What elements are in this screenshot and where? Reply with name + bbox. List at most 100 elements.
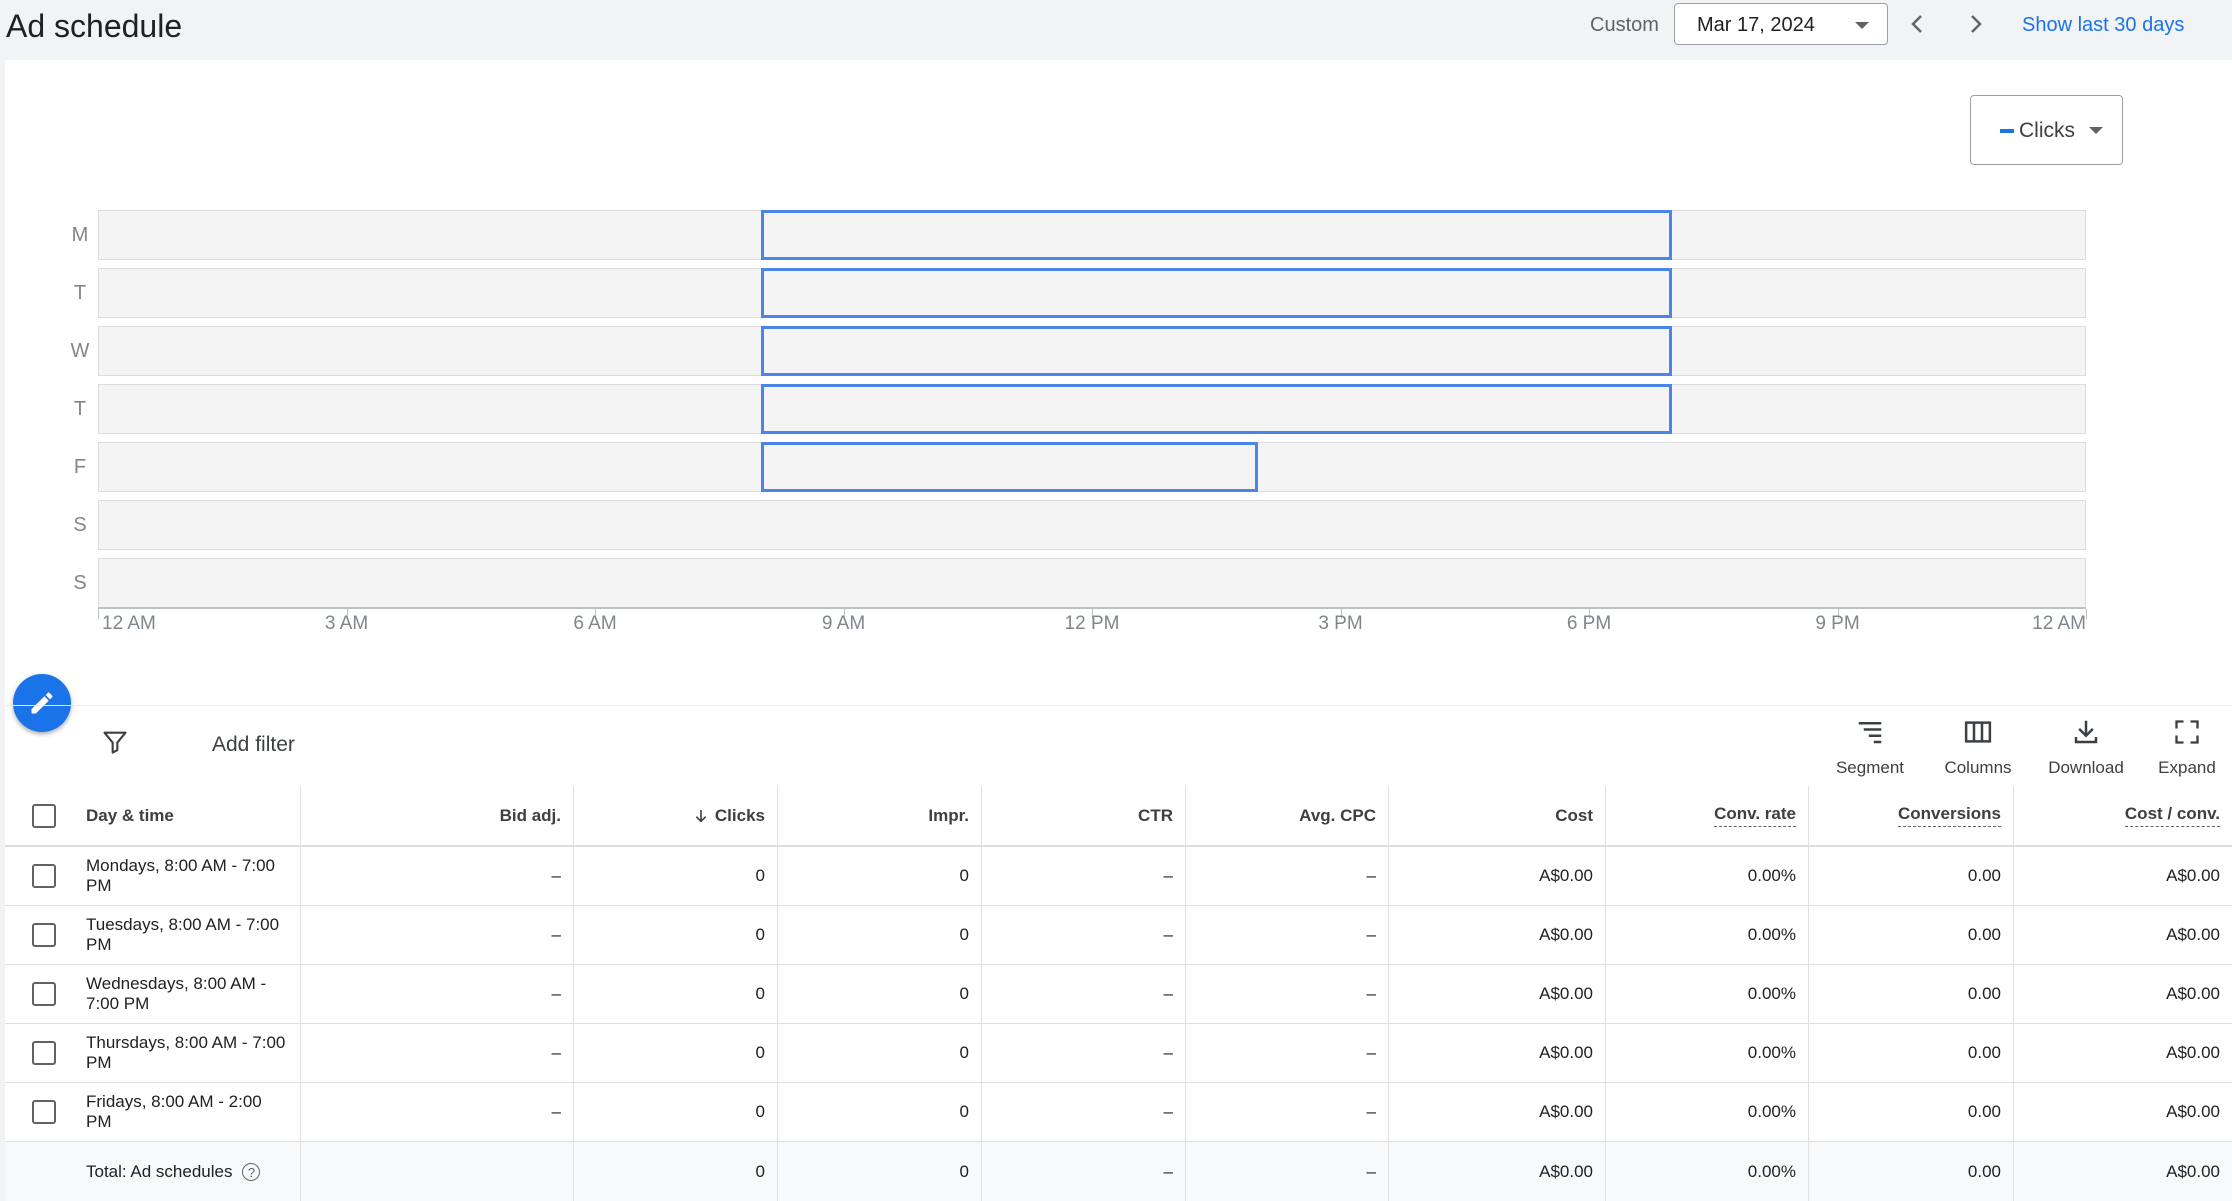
avg-cpc-cell: – bbox=[1186, 1083, 1389, 1141]
column-header-cost[interactable]: Cost bbox=[1389, 786, 1606, 845]
column-header-cost-per-conv-label: Cost / conv. bbox=[2124, 804, 2220, 827]
add-filter-button[interactable]: Add filter bbox=[212, 732, 295, 758]
row-checkbox[interactable] bbox=[32, 1041, 56, 1065]
ctr-cell: – bbox=[982, 847, 1186, 905]
metric-label: Clicks bbox=[2019, 119, 2075, 142]
bid-adj-cell: – bbox=[301, 906, 574, 964]
avg-cpc-cell: – bbox=[1186, 965, 1389, 1023]
expand-icon bbox=[2175, 720, 2199, 744]
cost-per-conv-cell: A$0.00 bbox=[2166, 1043, 2220, 1062]
conversions-cell: 0.00 bbox=[1809, 1024, 2014, 1082]
day-time-text: Fridays, 8:00 AM - 2:00 PM bbox=[86, 1092, 262, 1131]
x-tick-label: 12 AM bbox=[102, 613, 156, 634]
columns-button[interactable]: Columns bbox=[1933, 715, 2023, 779]
column-header-day-time[interactable]: Day & time bbox=[86, 806, 286, 826]
row-checkbox[interactable] bbox=[32, 864, 56, 888]
previous-period-button[interactable] bbox=[1900, 6, 1936, 42]
edit-schedule-button[interactable] bbox=[13, 674, 71, 732]
x-tick-label: 3 PM bbox=[1318, 613, 1363, 634]
row-checkbox[interactable] bbox=[32, 1100, 56, 1124]
schedule-block[interactable] bbox=[760, 210, 1672, 260]
day-label: S bbox=[73, 572, 87, 594]
cost-per-conv-cell: A$0.00 bbox=[2166, 1161, 2220, 1181]
impr-cell: 0 bbox=[778, 906, 982, 964]
day-label: M bbox=[71, 224, 89, 246]
impr-cell: 0 bbox=[778, 1024, 982, 1082]
ctr-cell: – bbox=[982, 1083, 1186, 1141]
conversions-cell: 0.00 bbox=[1809, 1083, 2014, 1141]
column-header-cost-per-conv[interactable]: Cost / conv. bbox=[2014, 786, 2232, 845]
ad-schedule-card: Clicks M T W T F S S 12 AM 3 AM 6 AM 9 AM 12 PM 3 PM… bbox=[5, 60, 2232, 1201]
ctr-cell: – bbox=[982, 1142, 1186, 1201]
column-header-conversions[interactable]: Conversions bbox=[1809, 786, 2014, 845]
cost-per-conv-cell: A$0.00 bbox=[2166, 925, 2220, 944]
column-header-ctr[interactable]: CTR bbox=[982, 786, 1186, 845]
row-checkbox[interactable] bbox=[32, 982, 56, 1006]
conv-rate-cell: 0.00% bbox=[1606, 847, 1809, 905]
x-tick-label: 3 AM bbox=[324, 613, 369, 634]
ad-schedule-table: Day & time Bid adj. Clicks Impr. CTR Avg… bbox=[5, 786, 2232, 1201]
download-button[interactable]: Download bbox=[2041, 715, 2131, 779]
x-axis-tick bbox=[98, 609, 99, 619]
next-period-button[interactable] bbox=[1957, 6, 1993, 42]
column-header-bid-adj[interactable]: Bid adj. bbox=[301, 786, 574, 845]
table-row[interactable]: Thursdays, 8:00 AM - 7:00 PM –0 0– – A$0.00 0… bbox=[5, 1024, 2232, 1083]
select-all-checkbox[interactable] bbox=[32, 803, 56, 828]
table-row[interactable]: Wednesdays, 8:00 AM - 7:00 PM –0 0– – A$0.00… bbox=[5, 965, 2232, 1024]
row-checkbox[interactable] bbox=[32, 923, 56, 947]
columns-icon bbox=[1964, 721, 1992, 743]
column-header-clicks[interactable]: Clicks bbox=[574, 786, 778, 845]
cost-cell: A$0.00 bbox=[1389, 1024, 1606, 1082]
show-last-30-days-link[interactable]: Show last 30 days bbox=[2022, 13, 2184, 37]
date-range-label: Custom bbox=[1590, 14, 1659, 36]
page-header: Ad schedule Custom Mar 17, 2024 Show las… bbox=[0, 0, 2232, 60]
cost-cell: A$0.00 bbox=[1389, 906, 1606, 964]
schedule-block[interactable] bbox=[760, 442, 1258, 492]
column-header-impr[interactable]: Impr. bbox=[778, 786, 982, 845]
total-label: Total: Ad schedules? bbox=[86, 1162, 286, 1182]
x-tick-label: 12 AM bbox=[2032, 613, 2086, 634]
clicks-cell: 0 bbox=[574, 1083, 778, 1141]
download-label: Download bbox=[2048, 758, 2124, 777]
ctr-cell: – bbox=[982, 1024, 1186, 1082]
bid-adj-cell: – bbox=[301, 1024, 574, 1082]
column-header-conv-rate[interactable]: Conv. rate bbox=[1606, 786, 1809, 845]
page-title: Ad schedule bbox=[6, 8, 183, 44]
day-time-text: Thursdays, 8:00 AM - 7:00 PM bbox=[86, 1033, 286, 1072]
table-row[interactable]: Mondays, 8:00 AM - 7:00 PM –0 0– – A$0.00 0.0… bbox=[5, 847, 2232, 906]
filter-icon[interactable] bbox=[101, 728, 129, 761]
help-icon[interactable]: ? bbox=[242, 1163, 261, 1182]
metric-selector[interactable]: Clicks bbox=[1970, 95, 2123, 165]
day-time-cell: Fridays, 8:00 AM - 2:00 PM bbox=[86, 1092, 286, 1132]
x-tick-label: 9 AM bbox=[821, 613, 866, 634]
date-picker[interactable]: Mar 17, 2024 bbox=[1674, 3, 1888, 45]
day-time-cell: Tuesdays, 8:00 AM - 7:00 PM bbox=[86, 915, 286, 955]
schedule-block[interactable] bbox=[760, 384, 1672, 434]
schedule-block[interactable] bbox=[760, 268, 1672, 318]
conversions-cell: 0.00 bbox=[1809, 965, 2014, 1023]
segment-button[interactable]: Segment bbox=[1825, 715, 1915, 779]
bid-adj-cell: – bbox=[301, 965, 574, 1023]
column-header-conversions-label: Conversions bbox=[1898, 804, 2001, 827]
conversions-cell: 0.00 bbox=[1809, 1142, 2014, 1201]
table-row[interactable]: Fridays, 8:00 AM - 2:00 PM –0 0– – A$0.00 0.0… bbox=[5, 1083, 2232, 1142]
impr-cell: 0 bbox=[778, 847, 982, 905]
clicks-cell: 0 bbox=[574, 965, 778, 1023]
cost-cell: A$0.00 bbox=[1389, 965, 1606, 1023]
impr-cell: 0 bbox=[778, 1142, 982, 1201]
day-track bbox=[98, 500, 2086, 550]
day-time-cell: Wednesdays, 8:00 AM - 7:00 PM bbox=[86, 974, 286, 1014]
table-total-row: Total: Ad schedules? 0 0– – A$0.00 0.00% 0.00 A… bbox=[5, 1142, 2232, 1201]
conv-rate-cell: 0.00% bbox=[1606, 1142, 1809, 1201]
day-time-text: Wednesdays, 8:00 AM - 7:00 PM bbox=[86, 974, 267, 1013]
expand-button[interactable]: Expand bbox=[2147, 715, 2227, 779]
divider bbox=[5, 705, 2232, 706]
pencil-icon bbox=[31, 692, 53, 714]
segment-label: Segment bbox=[1835, 758, 1905, 777]
schedule-block[interactable] bbox=[760, 326, 1672, 376]
ctr-cell: – bbox=[982, 965, 1186, 1023]
column-header-avg-cpc[interactable]: Avg. CPC bbox=[1186, 786, 1389, 845]
x-axis-tick bbox=[2086, 609, 2087, 619]
table-row[interactable]: Tuesdays, 8:00 AM - 7:00 PM –0 0– – A$0.00 0.… bbox=[5, 906, 2232, 965]
expand-label: Expand bbox=[2158, 758, 2216, 777]
